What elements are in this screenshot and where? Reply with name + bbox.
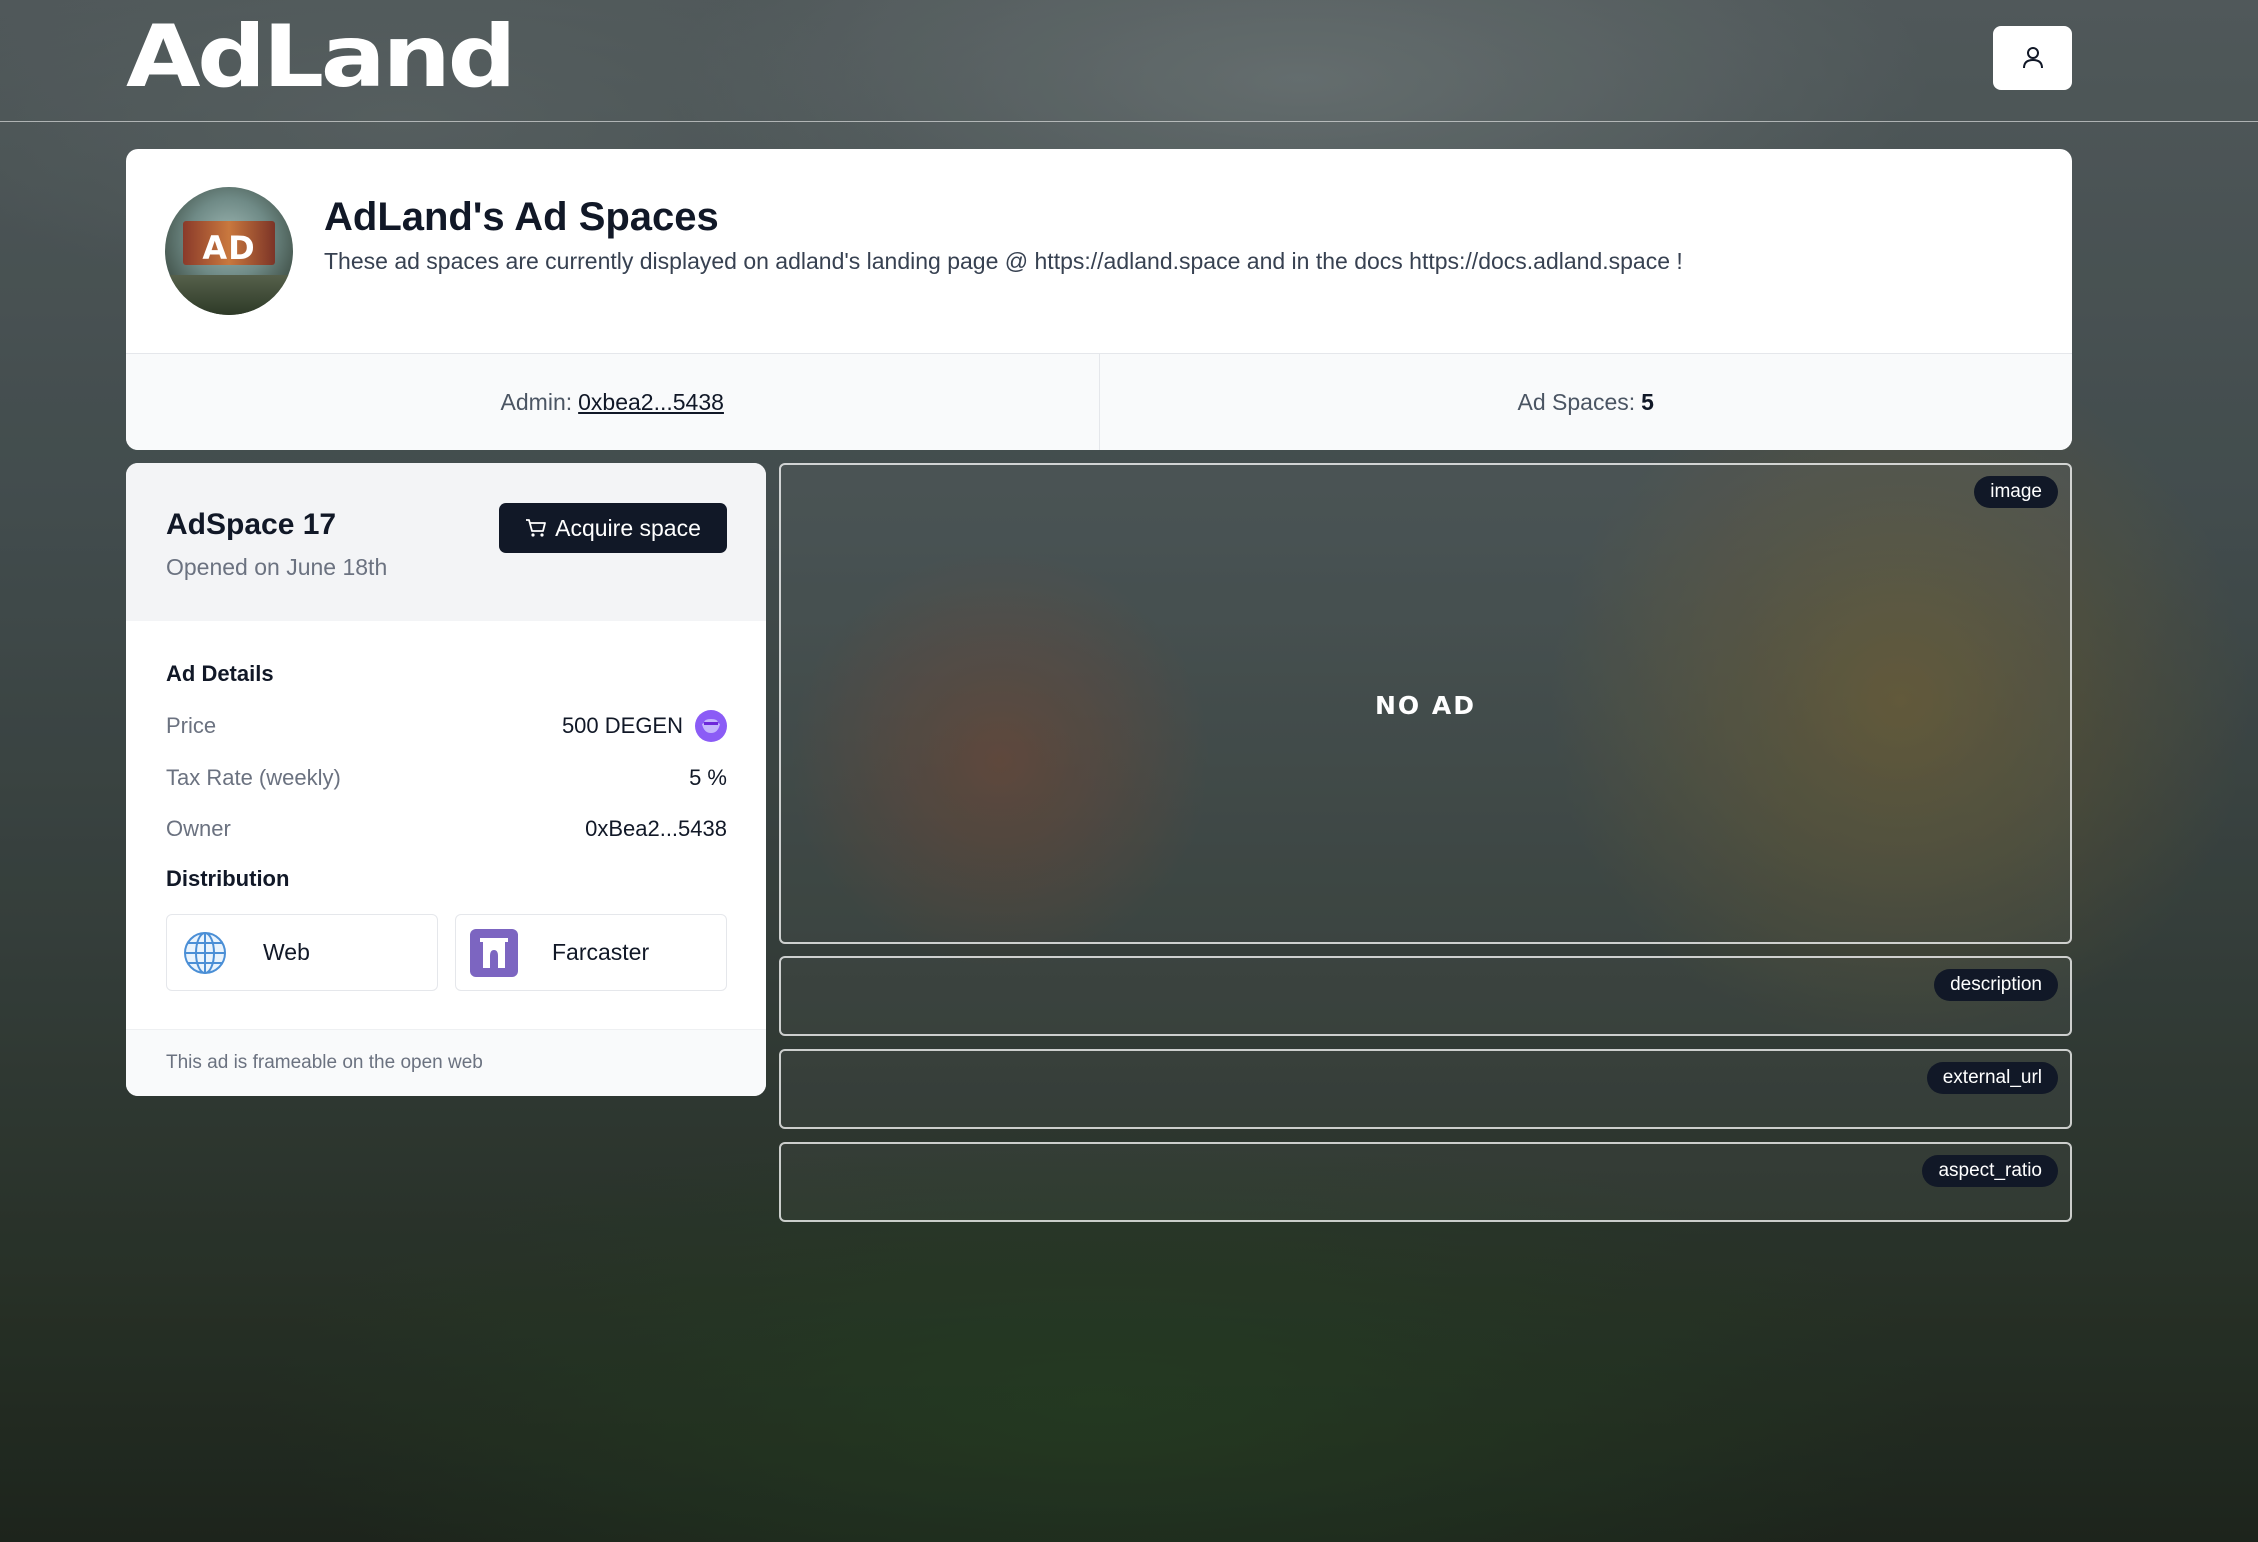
distribution-farcaster[interactable]: Farcaster [455, 914, 727, 991]
group-description: These ad spaces are currently displayed … [324, 248, 1683, 274]
ad-spaces-stat: Ad Spaces: 5 [1098, 354, 2073, 450]
tax-rate-row: Tax Rate (weekly) 5 % [166, 763, 727, 793]
ad-spaces-label: Ad Spaces: [1517, 388, 1636, 415]
price-value: 500 DEGEN [561, 713, 683, 738]
description-tag: description [1934, 969, 2058, 1001]
page-title: AdLand's Ad Spaces [324, 195, 719, 239]
no-ad-text: NO AD [1375, 691, 1476, 720]
ad-group-card: AD AdLand's Ad Spaces These ad spaces ar… [126, 149, 2072, 450]
distribution-web-label: Web [263, 939, 310, 965]
ad-description-field: description [779, 956, 2072, 1036]
logo[interactable]: AdLand [126, 14, 517, 100]
ad-spaces-count: 5 [1641, 388, 1654, 415]
admin-stat: Admin: 0xbea2...5438 [126, 354, 1099, 450]
top-bar: AdLand [0, 0, 2258, 122]
tax-rate-label: Tax Rate (weekly) [166, 765, 341, 790]
group-stats: Admin: 0xbea2...5438 Ad Spaces: 5 [126, 353, 2072, 450]
user-menu-button[interactable] [1993, 26, 2072, 90]
group-avatar: AD [165, 187, 293, 315]
price-row: Price 500 DEGEN [166, 710, 727, 742]
admin-label: Admin: [500, 388, 573, 415]
ad-aspect-ratio-field: aspect_ratio [779, 1142, 2072, 1222]
user-icon [2022, 47, 2043, 69]
price-label: Price [166, 713, 217, 738]
aspect-ratio-tag: aspect_ratio [1922, 1155, 2058, 1187]
ad-details-heading: Ad Details [166, 661, 274, 686]
distribution-farcaster-label: Farcaster [552, 939, 650, 965]
owner-value: 0xBea2...5438 [585, 816, 727, 841]
tax-rate-value: 5 % [689, 765, 727, 790]
avatar-ground [165, 275, 293, 315]
ad-space-name: AdSpace 17 [166, 508, 337, 541]
admin-address-link[interactable]: 0xbea2...5438 [578, 389, 724, 416]
ad-space-card: AdSpace 17 Opened on June 18th Acquire s… [126, 463, 766, 1096]
globe-icon [181, 929, 229, 977]
distribution-web[interactable]: Web [166, 914, 438, 991]
image-tag: image [1974, 476, 2058, 508]
acquire-space-button[interactable]: Acquire space [499, 503, 727, 553]
external-url-tag: external_url [1926, 1062, 2058, 1094]
farcaster-icon [470, 928, 518, 977]
owner-label: Owner [166, 816, 231, 841]
ad-image-preview: image NO AD [779, 463, 2072, 944]
cart-icon [526, 519, 547, 537]
acquire-space-label: Acquire space [555, 514, 701, 541]
distribution-heading: Distribution [166, 866, 290, 891]
owner-row: Owner 0xBea2...5438 [166, 814, 727, 844]
avatar-text: AD [202, 229, 256, 267]
degen-token-icon [695, 710, 727, 742]
ad-space-header: AdSpace 17 Opened on June 18th Acquire s… [126, 463, 766, 621]
ad-space-opened-date: Opened on June 18th [166, 554, 388, 580]
frameable-note: This ad is frameable on the open web [126, 1029, 766, 1096]
ad-external-url-field: external_url [779, 1049, 2072, 1129]
